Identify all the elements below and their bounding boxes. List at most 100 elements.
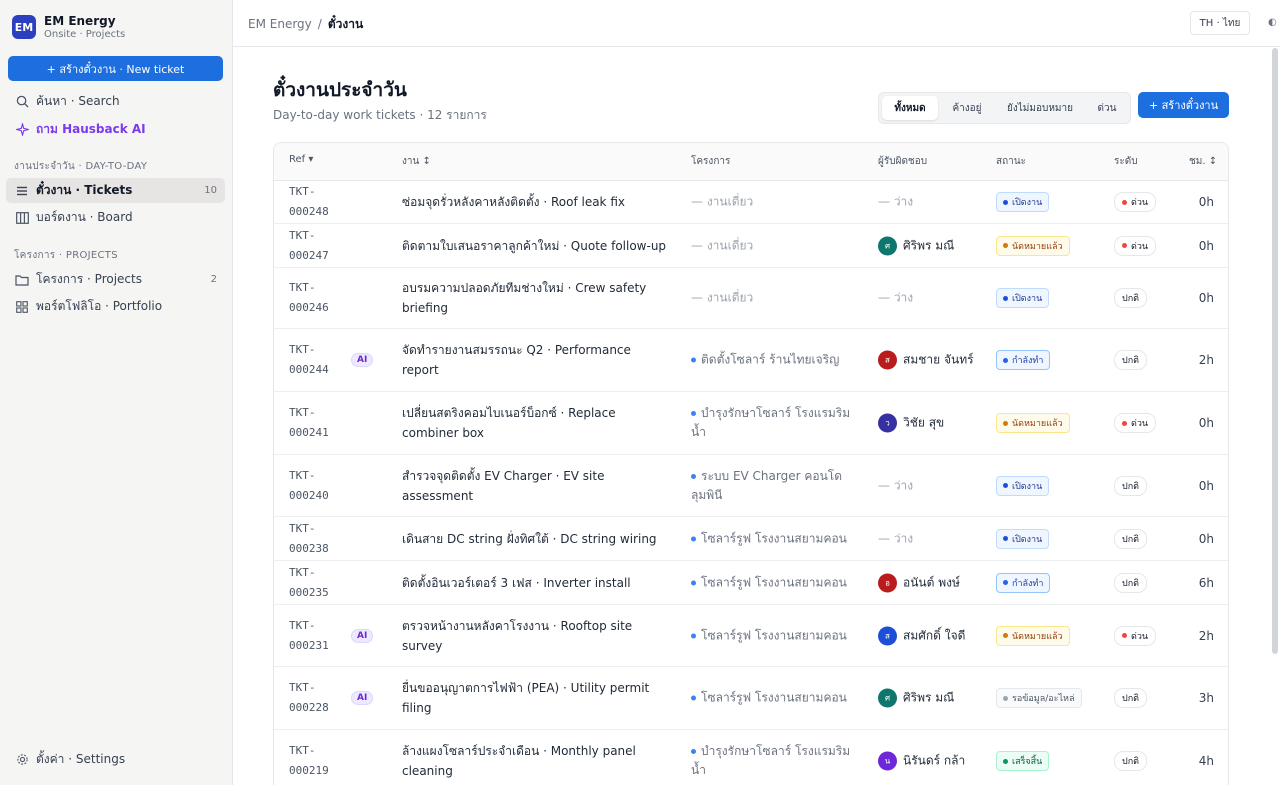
ticket-title[interactable]: อบรมความปลอดภัยทีมช่างใหม่ · Crew safety… (402, 278, 670, 318)
project-cell[interactable]: บำรุงรักษาโซลาร์ โรงแรมริมน้ำ (691, 742, 851, 780)
status-badge[interactable]: นัดหมายแล้ว (996, 235, 1070, 256)
filter-all-tab[interactable]: ทั้งหมด (882, 96, 938, 120)
ticket-title[interactable]: ติดตั้งอินเวอร์เตอร์ 3 เฟส · Inverter in… (402, 573, 670, 593)
filter-urgent-tab[interactable]: ด่วน (1087, 96, 1127, 120)
status-badge[interactable]: นัดหมายแล้ว (996, 625, 1070, 646)
owner-cell: — ว่าง (878, 194, 914, 209)
ticket-ref[interactable]: TKT-000228 (289, 678, 347, 718)
ticket-ref[interactable]: TKT-000246 (289, 278, 347, 318)
status-cell: เสร็จสิ้น (996, 751, 1050, 771)
project-cell[interactable]: โซลาร์รูฟ โรงงานสยามคอน (691, 529, 851, 548)
hours-cell: 2h (1198, 628, 1214, 643)
ticket-ref[interactable]: TKT-000238 (289, 519, 347, 559)
sidebar-item-projects[interactable]: โครงการ · Projects 2 (6, 267, 225, 292)
column-ref[interactable]: Ref ▾ (289, 154, 313, 165)
status-badge[interactable]: เปิดงาน (996, 528, 1050, 549)
ticket-ref[interactable]: TKT-000240 (289, 466, 347, 506)
project-cell[interactable]: โซลาร์รูฟ โรงงานสยามคอน (691, 689, 851, 708)
sidebar-item-ai[interactable]: ถาม Hausback AI (6, 117, 225, 142)
status-cell: กำลังทำ (996, 350, 1051, 370)
table-row[interactable]: TKT-000240 สำรวจจุดติดตั้ง EV Charger · E… (274, 455, 1228, 517)
table-row[interactable]: TKT-000228 AI ยื่นขออนุญาตการไฟฟ้า (PEA) ·… (274, 667, 1228, 730)
project-dot (691, 357, 696, 363)
table-row[interactable]: TKT-000231 AI ตรวจหน้างานหลังคาโรงงาน · Ro… (274, 605, 1228, 667)
filter-pending-tab[interactable]: ค้างอยู่ (941, 96, 993, 120)
status-badge[interactable]: กำลังทำ (996, 350, 1051, 370)
priority-label: ด่วน (1131, 419, 1149, 429)
ticket-title[interactable]: ติดตามใบเสนอราคาลูกค้าใหม่ · Quote follo… (402, 236, 670, 256)
ticket-ref[interactable]: TKT-000235 (289, 563, 347, 603)
sparkle-icon (14, 122, 30, 138)
avatar: ส (878, 350, 897, 370)
sidebar-item-search[interactable]: ค้นหา · Search (6, 89, 225, 114)
priority-label: ด่วน (1131, 241, 1149, 252)
project-cell[interactable]: โซลาร์รูฟ โรงงานสยามคอน (691, 626, 851, 645)
ticket-ref[interactable]: TKT-000231 (289, 616, 347, 656)
avatar: ส (878, 626, 897, 645)
ticket-ref[interactable]: TKT-000219 (289, 741, 347, 781)
new-ticket-button[interactable]: + สร้างตั๋วงาน · New ticket (8, 56, 223, 81)
table-row[interactable]: TKT-000244 AI จัดทำรายงานสมรรถนะ Q2 · Perf… (274, 329, 1228, 392)
breadcrumb-root[interactable]: EM Energy (248, 17, 312, 31)
column-task[interactable]: งาน ↕ (402, 154, 431, 169)
ticket-title[interactable]: สำรวจจุดติดตั้ง EV Charger · EV site ass… (402, 466, 670, 506)
table-row[interactable]: TKT-000219 ล้างแผงโซลาร์ประจำเดือน · Mont… (274, 730, 1228, 785)
status-badge[interactable]: เปิดงาน (996, 475, 1050, 496)
status-badge[interactable]: เปิดงาน (996, 192, 1050, 212)
priority-badge: ด่วน (1114, 625, 1157, 646)
ticket-title[interactable]: ซ่อมจุดรั่วหลังคาหลังติดตั้ง · Roof leak… (402, 192, 670, 212)
ticket-title[interactable]: ตรวจหน้างานหลังคาโรงงาน · Rooftop site s… (402, 616, 670, 656)
project-name: โซลาร์รูฟ โรงงานสยามคอน (701, 690, 847, 705)
status-dot (1003, 633, 1008, 638)
scrollbar[interactable] (1272, 48, 1278, 654)
status-badge[interactable]: เสร็จสิ้น (996, 751, 1050, 771)
ticket-title[interactable]: เดินสาย DC string ฝั่งทิศใต้ · DC string… (402, 529, 670, 549)
sidebar-item-settings[interactable]: ตั้งค่า · Settings (6, 747, 225, 772)
search-icon (14, 94, 30, 110)
priority-cell: ด่วน (1114, 235, 1157, 256)
sidebar-item-portfolio[interactable]: พอร์ตโฟลิโอ · Portfolio (6, 294, 225, 319)
ticket-title[interactable]: จัดทำรายงานสมรรถนะ Q2 · Performance repo… (402, 340, 670, 380)
table-row[interactable]: TKT-000235 ติดตั้งอินเวอร์เตอร์ 3 เฟส · I… (274, 561, 1228, 605)
table-row[interactable]: TKT-000246 อบรมความปลอดภัยทีมช่างใหม่ · C… (274, 268, 1228, 329)
status-label: นัดหมายแล้ว (1012, 419, 1063, 429)
sidebar: EM EM Energy Onsite · Projects + สร้างตั… (0, 0, 233, 785)
project-cell[interactable]: ระบบ EV Charger คอนโด ลุมพินี (691, 467, 851, 505)
priority-badge: ด่วน (1114, 192, 1157, 212)
ticket-title[interactable]: เปลี่ยนสตริงคอมไบเนอร์บ็อกซ์ · Replace c… (402, 403, 670, 443)
theme-icon[interactable]: ◐ (1268, 17, 1277, 28)
ticket-ref[interactable]: TKT-000248 (289, 182, 347, 222)
ticket-ref[interactable]: TKT-000244 (289, 340, 347, 380)
table-row[interactable]: TKT-000247 ติดตามใบเสนอราคาลูกค้าใหม่ · Q… (274, 224, 1228, 268)
owner-name: อนันต์ พงษ์ (903, 575, 960, 589)
status-badge[interactable]: กำลังทำ (996, 572, 1051, 593)
status-badge[interactable]: เปิดงาน (996, 288, 1050, 308)
filter-unassigned-tab[interactable]: ยังไม่มอบหมาย (996, 96, 1084, 120)
project-cell[interactable]: โซลาร์รูฟ โรงงานสยามคอน (691, 573, 851, 592)
brand[interactable]: EM EM Energy Onsite · Projects (12, 14, 125, 40)
page-title: ตั๋วงานประจำวัน (273, 79, 407, 101)
column-hours[interactable]: ชม. ↕ (1189, 154, 1217, 169)
table-row[interactable]: TKT-000238 เดินสาย DC string ฝั่งทิศใต้ ·… (274, 517, 1228, 561)
column-owner: ผู้รับผิดชอบ (878, 156, 928, 167)
priority-label: ด่วน (1131, 198, 1149, 208)
language-select[interactable]: TH · ไทย (1190, 11, 1250, 35)
project-cell[interactable]: บำรุงรักษาโซลาร์ โรงแรมริมน้ำ (691, 404, 851, 442)
create-ticket-button[interactable]: + สร้างตั๋วงาน (1138, 92, 1229, 118)
ticket-title[interactable]: ยื่นขออนุญาตการไฟฟ้า (PEA) · Utility per… (402, 678, 670, 718)
ticket-ref[interactable]: TKT-000247 (289, 226, 347, 266)
ticket-title[interactable]: ล้างแผงโซลาร์ประจำเดือน · Monthly panel … (402, 741, 670, 781)
breadcrumb-current: ตั๋วงาน (327, 17, 364, 31)
status-badge[interactable]: รอข้อมูล/อะไหล่ (996, 688, 1082, 708)
sidebar-item-board[interactable]: บอร์ดงาน · Board (6, 205, 225, 230)
table-row[interactable]: TKT-000248 ซ่อมจุดรั่วหลังคาหลังติดตั้ง ·… (274, 181, 1228, 224)
status-badge[interactable]: นัดหมายแล้ว (996, 413, 1070, 433)
status-dot (1003, 295, 1008, 301)
project-cell: — งานเดี่ยว (691, 238, 754, 252)
table-row[interactable]: TKT-000241 เปลี่ยนสตริงคอมไบเนอร์บ็อกซ์ ·… (274, 392, 1228, 455)
project-cell[interactable]: ติดตั้งโซลาร์ ร้านไทยเจริญ (691, 351, 851, 370)
priority-cell: ปกติ (1114, 528, 1148, 549)
sidebar-item-tickets[interactable]: ตั๋วงาน · Tickets 10 (6, 178, 225, 203)
status-dot (1003, 536, 1008, 541)
ticket-ref[interactable]: TKT-000241 (289, 403, 347, 443)
